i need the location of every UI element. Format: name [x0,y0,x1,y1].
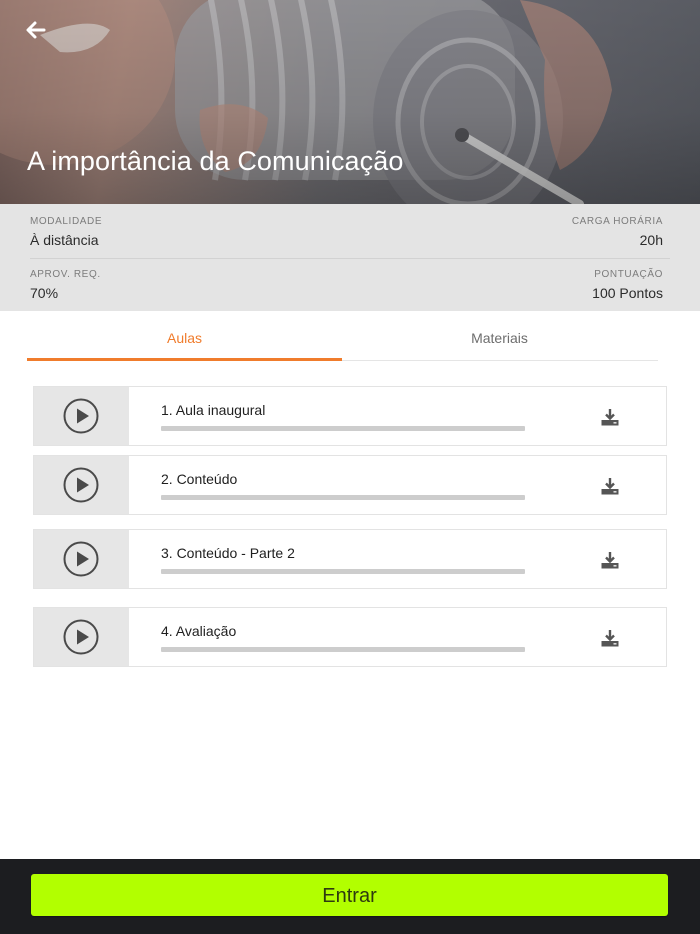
active-tab-indicator [27,358,342,361]
lesson-thumbnail [34,456,129,514]
aprov-req-field: APROV. REQ. 70% [30,269,101,302]
lesson-progress-bar [161,495,525,500]
lesson-thumbnail [34,608,129,666]
download-icon[interactable] [600,476,620,496]
tab-materiais[interactable]: Materiais [342,312,657,360]
carga-horaria-field: CARGA HORÁRIA 20h [572,216,663,249]
play-circle-icon[interactable] [63,541,99,577]
lesson-progress-bar [161,569,525,574]
play-circle-icon[interactable] [63,467,99,503]
lesson-title: 2. Conteúdo [161,471,238,487]
play-circle-icon[interactable] [63,398,99,434]
info-row: MODALIDADE À distância CARGA HORÁRIA 20h [30,216,663,249]
tab-aulas[interactable]: Aulas [27,312,342,360]
lesson-thumbnail [34,530,129,588]
pontuacao-label: PONTUAÇÃO [594,269,663,280]
course-title: A importância da Comunicação [27,146,404,176]
info-row: APROV. REQ. 70% PONTUAÇÃO 100 Pontos [30,269,663,302]
download-icon[interactable] [600,628,620,648]
lesson-title: 4. Avaliação [161,623,237,639]
lesson-item[interactable]: 2. Conteúdo [33,455,667,515]
lesson-progress-bar [161,426,525,431]
play-circle-icon[interactable] [63,619,99,655]
modalidade-value: À distância [30,232,99,248]
modalidade-field: MODALIDADE À distância [30,216,102,249]
download-icon[interactable] [600,550,620,570]
lesson-item[interactable]: 1. Aula inaugural [33,386,667,446]
info-divider [30,258,670,259]
lesson-item[interactable]: 3. Conteúdo - Parte 2 [33,529,667,589]
content-tabs: Aulas Materiais [27,312,658,361]
pontuacao-field: PONTUAÇÃO 100 Pontos [592,269,663,302]
download-icon[interactable] [600,407,620,427]
aprov-req-label: APROV. REQ. [30,269,101,280]
carga-horaria-label: CARGA HORÁRIA [571,216,663,227]
lesson-title: 3. Conteúdo - Parte 2 [161,545,295,561]
enter-button[interactable]: Entrar [31,874,668,916]
back-button[interactable] [22,16,50,44]
lesson-progress-bar [161,647,525,652]
arrow-left-icon [26,21,46,39]
lesson-title: 1. Aula inaugural [161,402,266,418]
aprov-req-value: 70% [30,285,59,301]
lesson-item[interactable]: 4. Avaliação [33,607,667,667]
course-info-panel: MODALIDADE À distância CARGA HORÁRIA 20h… [0,204,700,311]
lesson-thumbnail [34,387,129,445]
carga-horaria-value: 20h [639,232,663,248]
course-hero: A importância da Comunicação [0,0,700,204]
pontuacao-value: 100 Pontos [592,285,663,301]
footer-bar: Entrar [0,859,700,934]
course-detail-screen: A importância da Comunicação MODALIDADE … [0,0,700,934]
modalidade-label: MODALIDADE [30,216,103,227]
